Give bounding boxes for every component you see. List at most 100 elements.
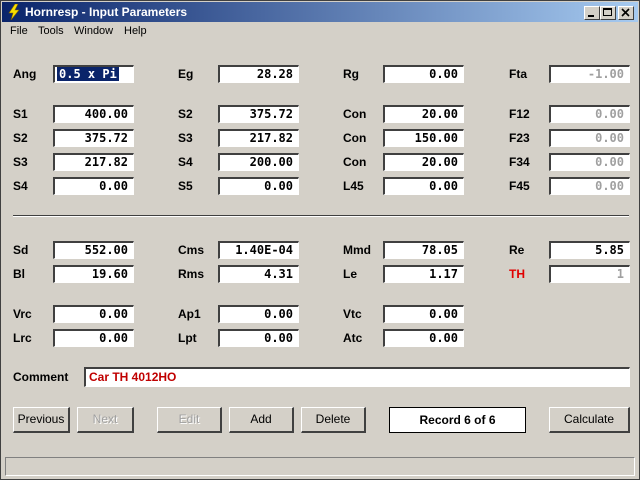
rms-field[interactable]: 4.31 bbox=[218, 265, 299, 283]
record-indicator: Record 6 of 6 bbox=[389, 407, 526, 433]
s4b-label: S4 bbox=[13, 179, 28, 193]
fta-label: Fta bbox=[509, 67, 527, 81]
vtc-field[interactable]: 0.00 bbox=[383, 305, 464, 323]
previous-button[interactable]: Previous bbox=[13, 407, 70, 433]
atc-field[interactable]: 0.00 bbox=[383, 329, 464, 347]
s4a-label: S4 bbox=[178, 155, 193, 169]
menu-window[interactable]: Window bbox=[74, 25, 113, 37]
close-icon bbox=[621, 8, 630, 17]
s2a-field[interactable]: 375.72 bbox=[218, 105, 299, 123]
close-button[interactable] bbox=[618, 6, 634, 20]
window: Hornresp - Input Parameters File Tools W… bbox=[0, 0, 640, 480]
maximize-button[interactable] bbox=[600, 6, 616, 20]
l45-field[interactable]: 0.00 bbox=[383, 177, 464, 195]
con3-field[interactable]: 20.00 bbox=[383, 153, 464, 171]
lpt-label: Lpt bbox=[178, 331, 197, 345]
vrc-label: Vrc bbox=[13, 307, 32, 321]
s4b-field[interactable]: 0.00 bbox=[53, 177, 134, 195]
fta-field[interactable]: -1.00 bbox=[549, 65, 630, 83]
con3-label: Con bbox=[343, 155, 367, 169]
s5-label: S5 bbox=[178, 179, 193, 193]
le-label: Le bbox=[343, 267, 358, 281]
atc-label: Atc bbox=[343, 331, 363, 345]
add-button-label: Add bbox=[250, 412, 272, 426]
rg-label: Rg bbox=[343, 67, 359, 81]
le-field[interactable]: 1.17 bbox=[383, 265, 464, 283]
re-field[interactable]: 5.85 bbox=[549, 241, 630, 259]
rg-field[interactable]: 0.00 bbox=[383, 65, 464, 83]
f34-field[interactable]: 0.00 bbox=[549, 153, 630, 171]
ang-selected-text: 0.5 x Pi bbox=[57, 67, 119, 81]
mmd-label: Mmd bbox=[343, 243, 371, 257]
s3a-label: S3 bbox=[178, 131, 193, 145]
con2-field[interactable]: 150.00 bbox=[383, 129, 464, 147]
minimize-button[interactable] bbox=[584, 6, 600, 20]
maximize-icon bbox=[603, 8, 612, 16]
window-title: Hornresp - Input Parameters bbox=[25, 5, 188, 19]
delete-button[interactable]: Delete bbox=[301, 407, 366, 433]
ang-label: Ang bbox=[13, 67, 37, 81]
s5-field[interactable]: 0.00 bbox=[218, 177, 299, 195]
next-button[interactable]: Next bbox=[77, 407, 134, 433]
s3a-field[interactable]: 217.82 bbox=[218, 129, 299, 147]
lrc-label: Lrc bbox=[13, 331, 32, 345]
f23-field[interactable]: 0.00 bbox=[549, 129, 630, 147]
comment-label: Comment bbox=[13, 370, 69, 384]
comment-field[interactable]: Car TH 4012HO bbox=[84, 367, 630, 387]
re-label: Re bbox=[509, 243, 525, 257]
menu-bar: File Tools Window Help bbox=[2, 23, 638, 41]
edit-button-label: Edit bbox=[178, 412, 200, 426]
menu-tools[interactable]: Tools bbox=[38, 25, 64, 37]
s2b-field[interactable]: 375.72 bbox=[53, 129, 134, 147]
title-bar: Hornresp - Input Parameters bbox=[2, 2, 638, 22]
s1-label: S1 bbox=[13, 107, 28, 121]
bl-field[interactable]: 19.60 bbox=[53, 265, 134, 283]
s4a-field[interactable]: 200.00 bbox=[218, 153, 299, 171]
sd-label: Sd bbox=[13, 243, 29, 257]
s2b-label: S2 bbox=[13, 131, 28, 145]
minimize-icon bbox=[588, 15, 594, 17]
lrc-field[interactable]: 0.00 bbox=[53, 329, 134, 347]
f12-label: F12 bbox=[509, 107, 530, 121]
con1-field[interactable]: 20.00 bbox=[383, 105, 464, 123]
previous-button-label: Previous bbox=[17, 412, 65, 426]
menu-file[interactable]: File bbox=[10, 25, 28, 37]
con1-label: Con bbox=[343, 107, 367, 121]
f34-label: F34 bbox=[509, 155, 530, 169]
sd-field[interactable]: 552.00 bbox=[53, 241, 134, 259]
add-button[interactable]: Add bbox=[229, 407, 294, 433]
eg-label: Eg bbox=[178, 67, 194, 81]
vtc-label: Vtc bbox=[343, 307, 362, 321]
f12-field[interactable]: 0.00 bbox=[549, 105, 630, 123]
s2a-label: S2 bbox=[178, 107, 193, 121]
s3b-label: S3 bbox=[13, 155, 28, 169]
delete-button-label: Delete bbox=[315, 412, 351, 426]
f23-label: F23 bbox=[509, 131, 530, 145]
cms-field[interactable]: 1.40E-04 bbox=[218, 241, 299, 259]
status-bar bbox=[5, 457, 635, 476]
lpt-field[interactable]: 0.00 bbox=[218, 329, 299, 347]
calculate-button[interactable]: Calculate bbox=[549, 407, 630, 433]
cms-label: Cms bbox=[178, 243, 205, 257]
bl-label: Bl bbox=[13, 267, 25, 281]
s1-field[interactable]: 400.00 bbox=[53, 105, 134, 123]
lightning-icon bbox=[8, 4, 20, 20]
calculate-button-label: Calculate bbox=[563, 412, 615, 426]
mmd-field[interactable]: 78.05 bbox=[383, 241, 464, 259]
th-label: TH bbox=[509, 267, 525, 281]
ang-field[interactable]: 0.5 x Pi bbox=[53, 65, 134, 83]
con2-label: Con bbox=[343, 131, 367, 145]
ap1-field[interactable]: 0.00 bbox=[218, 305, 299, 323]
th-field[interactable]: 1 bbox=[549, 265, 630, 283]
separator bbox=[13, 215, 629, 217]
edit-button[interactable]: Edit bbox=[157, 407, 222, 433]
next-button-label: Next bbox=[92, 412, 118, 426]
ap1-label: Ap1 bbox=[178, 307, 201, 321]
s3b-field[interactable]: 217.82 bbox=[53, 153, 134, 171]
rms-label: Rms bbox=[178, 267, 205, 281]
menu-help[interactable]: Help bbox=[124, 25, 147, 37]
vrc-field[interactable]: 0.00 bbox=[53, 305, 134, 323]
eg-field[interactable]: 28.28 bbox=[218, 65, 299, 83]
f45-field[interactable]: 0.00 bbox=[549, 177, 630, 195]
f45-label: F45 bbox=[509, 179, 530, 193]
